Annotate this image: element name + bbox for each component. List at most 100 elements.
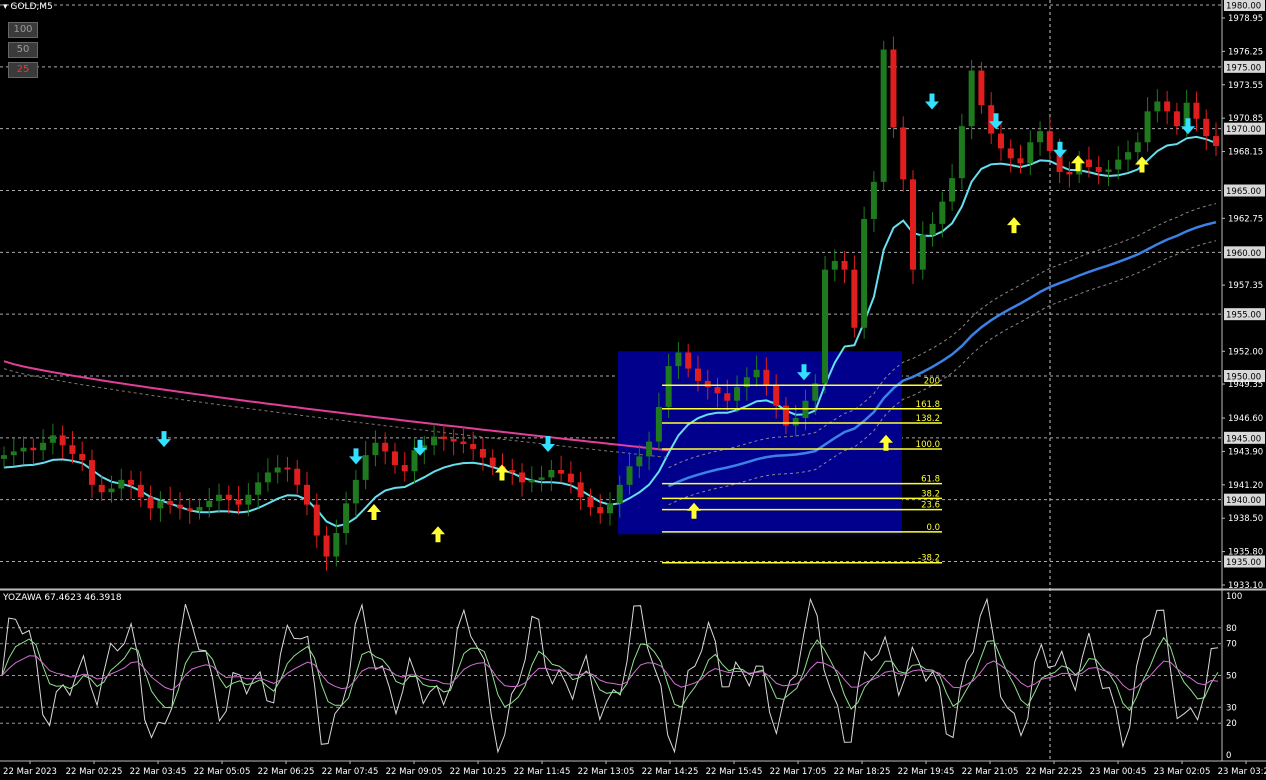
fib-level-label: 161.8 — [916, 400, 940, 410]
price-bar-body — [1203, 118, 1210, 137]
fib-level-label: 23.6 — [921, 501, 940, 511]
price-bar-body — [665, 366, 672, 407]
price-bar-body — [597, 507, 604, 514]
price-bar-body — [636, 456, 643, 467]
price-bar-body — [206, 500, 213, 508]
time-tick-label: 22 Mar 13:05 — [578, 767, 635, 777]
price-bar-body — [988, 105, 995, 134]
price-bar-body — [216, 494, 223, 501]
time-tick-label: 22 Mar 18:25 — [834, 767, 891, 777]
price-tick-label: 1952.00 — [1228, 347, 1263, 357]
price-bar-body — [59, 435, 66, 446]
price-bar-body — [577, 482, 584, 498]
arrow-up-icon — [367, 504, 381, 521]
price-bar-body — [450, 439, 457, 442]
price-bar-body — [294, 468, 301, 485]
price-bar-body — [949, 178, 956, 202]
time-tick-label: 23 Mar 00:45 — [1090, 767, 1147, 777]
osc-tick-label: 70 — [1226, 640, 1237, 650]
price-bar-body — [176, 504, 183, 509]
price-bar-body — [939, 201, 946, 224]
time-tick-label: 23 Mar 02:05 — [1154, 767, 1211, 777]
price-bar-body — [734, 387, 741, 401]
zoom-button-25[interactable]: 25 — [8, 62, 38, 78]
price-bar-body — [255, 482, 262, 495]
price-tick-label: 1973.55 — [1228, 81, 1263, 91]
ma-long-line — [3, 360, 669, 452]
arrow-up-icon — [1007, 217, 1021, 234]
price-bar-body — [880, 49, 887, 182]
price-bar-body — [118, 479, 125, 489]
price-bar-body — [79, 453, 86, 461]
arrow-down-icon — [349, 448, 363, 465]
price-tick-label: 1968.15 — [1228, 148, 1263, 158]
price-bar-body — [607, 503, 613, 514]
price-bar-body — [411, 450, 418, 472]
price-bar-body — [323, 535, 330, 557]
price-bar-body — [1213, 136, 1219, 146]
price-bar-body — [167, 500, 174, 505]
fib-level-label: 0.0 — [926, 523, 940, 533]
price-bar-body — [567, 473, 574, 483]
price-bars — [1, 36, 1219, 571]
price-bar-body — [489, 457, 496, 467]
price-bar-body — [1046, 131, 1053, 151]
fib-level-label: 200 — [924, 376, 940, 386]
price-tick-label: 1946.60 — [1228, 414, 1263, 424]
price-bar-body — [724, 393, 731, 401]
zoom-button-100[interactable]: 100 — [8, 22, 38, 38]
price-bar-body — [851, 269, 858, 328]
symbol-label: GOLD,M5 — [10, 2, 53, 12]
price-bar-body — [30, 447, 37, 451]
level-label: 1975.00 — [1226, 63, 1261, 73]
price-bar-body — [1007, 148, 1014, 159]
price-bar-body — [245, 494, 252, 505]
time-tick-label: 22 Mar 15:45 — [706, 767, 763, 777]
price-bar-body — [186, 508, 193, 511]
price-bar-body — [382, 442, 389, 452]
price-bar-body — [108, 488, 115, 493]
symbol-title: ▾ GOLD,M5 — [3, 2, 53, 12]
fibonacci-box — [618, 351, 902, 535]
price-bar-body — [479, 448, 486, 458]
price-bar-body — [1193, 102, 1200, 119]
time-tick-label: 23 Mar 03:25 — [1218, 767, 1266, 777]
osc-tick-label: 0 — [1226, 751, 1231, 761]
level-label: 1980.00 — [1226, 2, 1261, 12]
time-tick-label: 22 Mar 05:05 — [194, 767, 251, 777]
price-tick-label: 1941.20 — [1228, 481, 1263, 491]
price-bar-body — [1144, 111, 1151, 143]
price-tick-label: 1949.35 — [1228, 380, 1263, 390]
price-bar-body — [88, 460, 95, 485]
time-tick-label: 22 Mar 02:25 — [66, 767, 123, 777]
moving-averages — [3, 135, 1217, 528]
price-bar-body — [558, 469, 565, 474]
price-bar-body — [1125, 152, 1132, 160]
level-label: 1965.00 — [1226, 187, 1261, 197]
price-bar-body — [831, 260, 838, 270]
price-axis: 1980.00 1975.00 1970.00 1965.00 1960.00 1955.… — [1222, 0, 1265, 761]
arrow-down-icon — [1053, 141, 1067, 158]
osc-mid-line — [1, 636, 1219, 712]
arrow-down-icon — [157, 431, 171, 448]
price-bar-body — [841, 260, 848, 270]
dropdown-triangle-icon[interactable]: ▾ — [3, 2, 8, 12]
price-bar-body — [704, 380, 711, 388]
price-bar-body — [1085, 159, 1092, 168]
price-bar-body — [675, 352, 682, 367]
zoom-button-50[interactable]: 50 — [8, 42, 38, 58]
price-bar-body — [792, 418, 799, 426]
price-tick-label: 1933.10 — [1228, 581, 1263, 591]
price-bar-body — [128, 479, 135, 485]
level-label: 1945.00 — [1226, 434, 1261, 444]
time-tick-label: 22 Mar 09:05 — [386, 767, 443, 777]
time-tick-label: 22 Mar 06:25 — [258, 767, 315, 777]
time-tick-label: 22 Mar 19:45 — [898, 767, 955, 777]
price-bar-body — [20, 447, 27, 452]
price-bar-body — [157, 500, 164, 509]
price-bar-body — [470, 444, 477, 449]
price-bar-body — [440, 436, 447, 440]
price-bar-body — [1, 455, 7, 459]
price-bar-body — [401, 465, 408, 472]
price-bar-body — [235, 499, 242, 505]
